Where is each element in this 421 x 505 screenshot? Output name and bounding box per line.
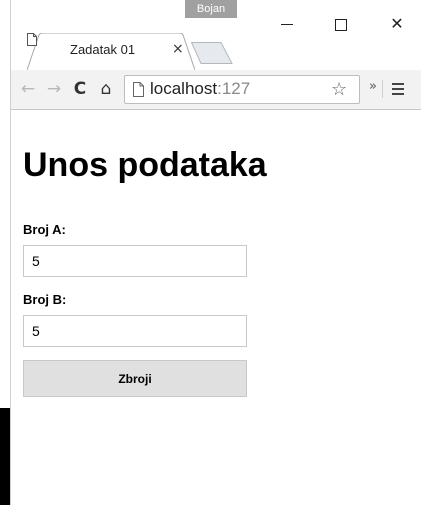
tab-zadatak[interactable]: Zadatak 01 × (27, 33, 195, 70)
minimize-icon (281, 24, 293, 25)
back-button[interactable]: ← (17, 78, 39, 100)
menu-icon-bar (392, 93, 404, 95)
extensions-overflow-button[interactable]: » (369, 79, 377, 94)
field-a-input[interactable] (23, 245, 247, 277)
new-tab-button[interactable] (191, 42, 233, 64)
url-port: :127 (217, 79, 251, 98)
close-window-button[interactable]: ✕ (383, 14, 411, 34)
reload-button[interactable]: C (69, 78, 91, 100)
page-content: Unos podataka Broj A: Broj B: Zbroji (11, 110, 421, 505)
browser-toolbar: ← → C ⌂ localhost:127 ☆ » (11, 70, 421, 110)
minimize-button[interactable] (273, 14, 301, 34)
background-window-strip (0, 408, 10, 505)
home-button[interactable]: ⌂ (95, 78, 117, 100)
zbroji-button[interactable]: Zbroji (23, 360, 247, 397)
toolbar-divider (382, 80, 383, 98)
maximize-button[interactable] (327, 14, 355, 34)
title-bar: Bojan ✕ Zadatak 01 × (11, 0, 421, 70)
address-bar[interactable]: localhost:127 ☆ (124, 75, 360, 104)
menu-button[interactable] (389, 79, 409, 99)
browser-window: Bojan ✕ Zadatak 01 × ← → C ⌂ localhost:1… (10, 0, 421, 505)
page-info-icon[interactable] (133, 82, 144, 97)
field-b-label: Broj B: (23, 292, 67, 307)
menu-icon-bar (392, 88, 404, 90)
field-b-input[interactable] (23, 315, 247, 347)
field-a-label: Broj A: (23, 222, 66, 237)
tab-close-button[interactable]: × (172, 41, 184, 57)
url-host: localhost (150, 79, 218, 98)
page-title: Unos podataka (23, 146, 267, 184)
profile-button[interactable]: Bojan (185, 0, 237, 18)
page-icon (27, 33, 37, 46)
maximize-icon (335, 18, 347, 31)
forward-button[interactable]: → (43, 78, 65, 100)
bookmark-star-icon[interactable]: ☆ (331, 79, 347, 100)
tab-title: Zadatak 01 (70, 42, 136, 57)
menu-icon (392, 83, 404, 85)
url-text[interactable]: localhost:127 (150, 79, 250, 99)
